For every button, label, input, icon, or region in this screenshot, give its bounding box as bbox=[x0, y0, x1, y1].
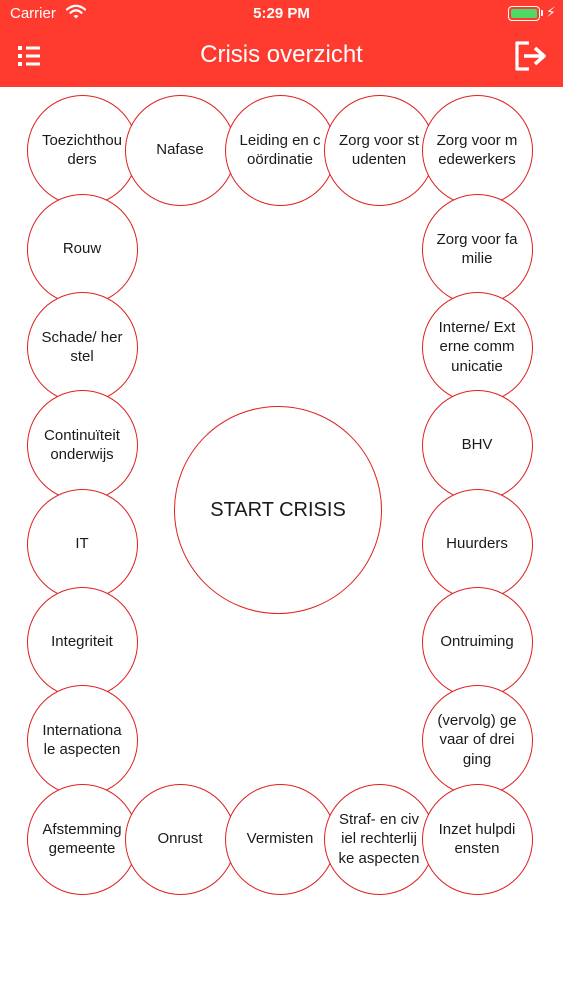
topic-zorg-voor-studenten[interactable]: Zorg voor studenten bbox=[323, 94, 435, 206]
topic-onrust[interactable]: Onrust bbox=[124, 783, 236, 895]
topic-zorg-voor-medewerkers[interactable]: Zorg voor medewerkers bbox=[421, 94, 533, 206]
topic-label: Continuïteit onderwijs bbox=[44, 426, 120, 464]
topic-label: Afstemming gemeente bbox=[42, 820, 122, 858]
topic-label: Nafase bbox=[156, 141, 204, 159]
topic-label: Leiding en coördinatie bbox=[239, 131, 321, 169]
topic-internationale-aspecten[interactable]: Internationale aspecten bbox=[26, 684, 138, 796]
topic-label: Huurders bbox=[446, 535, 508, 553]
topic-label: IT bbox=[75, 535, 89, 553]
topic-afstemming-gemeente[interactable]: Afstemming gemeente bbox=[26, 783, 138, 895]
battery-tip bbox=[541, 10, 543, 16]
topic-label: Vermisten bbox=[246, 830, 314, 848]
topic-label: Integriteit bbox=[51, 633, 113, 651]
status-time: 5:29 PM bbox=[253, 5, 310, 22]
topic-label: Zorg voor medewerkers bbox=[436, 131, 518, 169]
topic-nafase[interactable]: Nafase bbox=[124, 94, 236, 206]
status-bar: Carrier 5:29 PM ⚡ bbox=[0, 0, 563, 30]
battery-icon bbox=[508, 6, 540, 21]
charging-icon: ⚡ bbox=[546, 4, 556, 20]
topic-ontruiming[interactable]: Ontruiming bbox=[421, 586, 533, 698]
topic-label: BHV bbox=[461, 436, 493, 454]
topic-label: Zorg voor studenten bbox=[338, 131, 420, 169]
navigation-bar: Carrier 5:29 PM ⚡ Crisis overzicht bbox=[0, 0, 563, 87]
page-title: Crisis overzicht bbox=[200, 41, 363, 68]
topic-label: Inzet hulpdiensten bbox=[438, 820, 516, 858]
topic-label: Rouw bbox=[62, 240, 102, 258]
topic-vermisten[interactable]: Vermisten bbox=[224, 783, 336, 895]
topic-rouw[interactable]: Rouw bbox=[26, 193, 138, 305]
topic-label: Zorg voor familie bbox=[436, 230, 518, 268]
topic-straf-en-civiel-rechterlijke-aspecten[interactable]: Straf- en civiel rechterlijke aspecten bbox=[323, 783, 435, 895]
topic-interne-externe-communicatie[interactable]: Interne/ Externe communicatie bbox=[421, 291, 533, 403]
topic-label: (vervolg) gevaar of dreiging bbox=[437, 711, 517, 768]
topic-schade-herstel[interactable]: Schade/ herstel bbox=[26, 291, 138, 403]
topic-label: Internationale aspecten bbox=[42, 721, 122, 759]
topic-label: Toezichthouders bbox=[41, 131, 123, 169]
topic-toezichthouders[interactable]: Toezichthouders bbox=[26, 94, 138, 206]
topic-bhv[interactable]: BHV bbox=[421, 389, 533, 501]
topic-label: Onrust bbox=[157, 830, 203, 848]
start-crisis-label: START CRISIS bbox=[210, 498, 346, 521]
topic-huurders[interactable]: Huurders bbox=[421, 488, 533, 600]
topic-zorg-voor-familie[interactable]: Zorg voor familie bbox=[421, 193, 533, 305]
topic-inzet-hulpdiensten[interactable]: Inzet hulpdiensten bbox=[421, 783, 533, 895]
topic-continuiteit-onderwijs[interactable]: Continuïteit onderwijs bbox=[26, 389, 138, 501]
topic-integriteit[interactable]: Integriteit bbox=[26, 586, 138, 698]
topic-label: Interne/ Externe communicatie bbox=[438, 318, 516, 375]
logout-button[interactable] bbox=[512, 39, 550, 73]
logout-icon bbox=[515, 41, 546, 71]
topic-label: Straf- en civiel rechterlijke aspecten bbox=[338, 810, 420, 867]
topic-vervolg-gevaar-of-dreiging[interactable]: (vervolg) gevaar of dreiging bbox=[421, 684, 533, 796]
topic-leiding-en-coordinatie[interactable]: Leiding en coördinatie bbox=[224, 94, 336, 206]
topic-label: Ontruiming bbox=[440, 633, 514, 651]
start-crisis-button[interactable]: START CRISIS bbox=[174, 406, 382, 614]
topic-it[interactable]: IT bbox=[26, 488, 138, 600]
topic-label: Schade/ herstel bbox=[41, 328, 123, 366]
